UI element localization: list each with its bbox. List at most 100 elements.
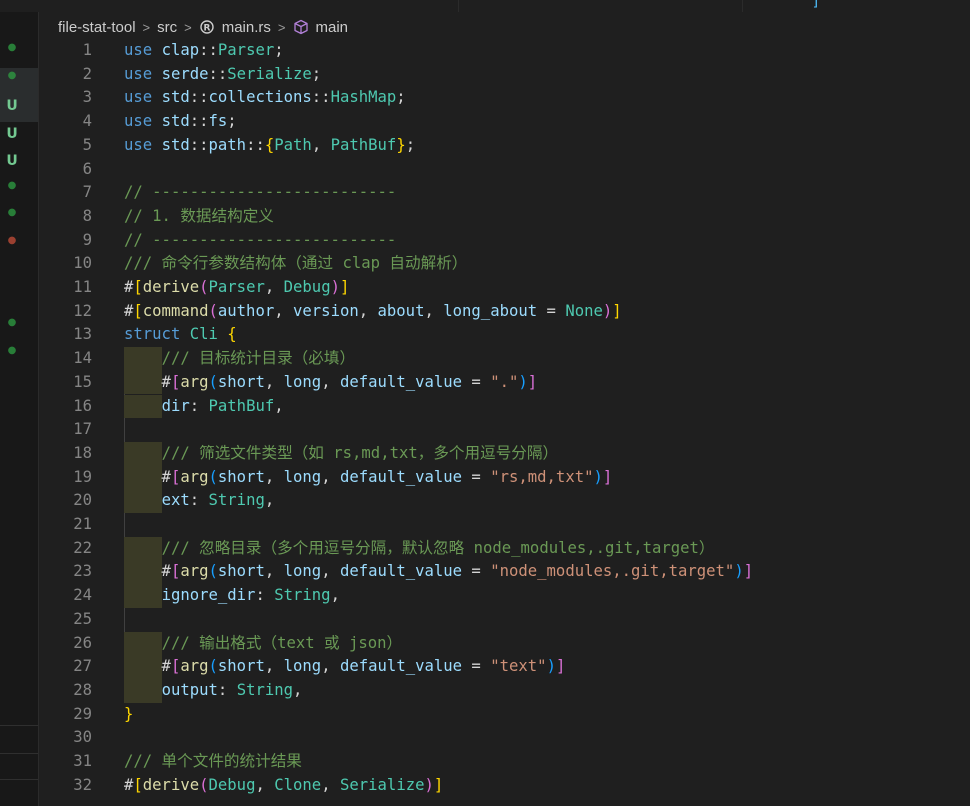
- code-token: Debug: [208, 775, 256, 794]
- code-line[interactable]: 14 /// 目标统计目录（必填）: [40, 347, 970, 371]
- code-line[interactable]: 19 #[arg(short, long, default_value = "r…: [40, 466, 970, 490]
- code-token: std: [161, 88, 190, 107]
- code-token: ::: [311, 88, 331, 107]
- code-line[interactable]: 8 // 1. 数据结构定义: [40, 205, 970, 229]
- code-line[interactable]: 24 ignore_dir: String,: [40, 584, 970, 608]
- code-token: ::: [246, 135, 265, 154]
- code-token: ): [602, 301, 613, 320]
- code-token: /// 单个文件的统计结果: [124, 752, 302, 770]
- code-token: :: [217, 680, 237, 699]
- code-token: ,: [293, 680, 303, 699]
- code-line[interactable]: 16 dir: PathBuf,: [40, 395, 970, 419]
- code-line[interactable]: 11 #[derive(Parser, Debug)]: [40, 276, 970, 300]
- code-token: Debug: [283, 278, 331, 296]
- code-token: (: [208, 562, 218, 581]
- code-line[interactable]: 22 /// 忽略目录（多个用逗号分隔，默认忽略 node_modules,.g…: [40, 537, 970, 561]
- line-number: 17: [73, 420, 92, 439]
- code-line[interactable]: 10 /// 命令行参数结构体（通过 clap 自动解析）: [40, 252, 970, 276]
- code-line[interactable]: 18 /// 筛选文件类型（如 rs,md,txt，多个用逗号分隔）: [40, 442, 970, 466]
- code-text: // 1. 数据结构定义: [124, 205, 274, 229]
- code-token: ): [330, 278, 340, 296]
- code-token: "rs,md,txt": [490, 467, 594, 486]
- code-token: ,: [321, 657, 340, 676]
- code-token: clap: [161, 41, 200, 59]
- code-token: ;: [396, 88, 406, 107]
- code-text: ignore_dir: String,: [124, 584, 340, 608]
- line-number: 8: [82, 206, 92, 225]
- code-token: std: [161, 112, 190, 131]
- code-line[interactable]: 3 use std::collections::HashMap;: [40, 86, 970, 110]
- code-text: /// 命令行参数结构体（通过 clap 自动解析）: [124, 252, 467, 276]
- breadcrumb-folder-src[interactable]: src: [157, 19, 177, 36]
- code-line[interactable]: 1 use clap::Parser;: [40, 39, 970, 63]
- code-token: short: [217, 467, 265, 486]
- code-token: ,: [358, 301, 378, 320]
- change-status-dot: ●: [7, 70, 17, 81]
- code-token: collections: [208, 88, 312, 107]
- code-line[interactable]: 32 #[derive(Debug, Clone, Serialize)]: [40, 774, 970, 798]
- code-token: /// 筛选文件类型（如 rs,md,txt，多个用逗号分隔）: [161, 443, 559, 462]
- code-text: // --------------------------: [124, 229, 396, 253]
- code-token: }: [124, 704, 134, 723]
- code-token: ,: [255, 775, 275, 794]
- code-token: long_about: [443, 301, 538, 320]
- code-line[interactable]: 23 #[arg(short, long, default_value = "n…: [40, 560, 970, 584]
- code-token: arg: [180, 562, 209, 581]
- breadcrumb-folder-root[interactable]: file-stat-tool: [58, 19, 136, 36]
- code-line[interactable]: 4 use std::fs;: [40, 110, 970, 134]
- code-token: /// 输出格式（text 或 json）: [161, 633, 403, 652]
- code-line[interactable]: 9 // --------------------------: [40, 229, 970, 253]
- breadcrumb-file[interactable]: main.rs: [222, 19, 271, 36]
- code-line[interactable]: 30: [40, 726, 970, 750]
- code-token: (: [199, 775, 209, 794]
- code-line[interactable]: 29}: [40, 703, 970, 727]
- change-status-dot: ●: [7, 317, 17, 328]
- code-text: struct Cli {: [124, 323, 237, 347]
- code-token: (: [208, 467, 218, 486]
- code-token: ignore_dir: [161, 586, 256, 605]
- code-line[interactable]: 5 use std::path::{Path, PathBuf};: [40, 134, 970, 158]
- line-number: 30: [73, 728, 92, 747]
- code-line[interactable]: 13 struct Cli {: [40, 323, 970, 347]
- code-line[interactable]: 31 /// 单个文件的统计结果: [40, 750, 970, 774]
- code-line[interactable]: 2 use serde::Serialize;: [40, 63, 970, 87]
- code-text: use clap::Parser;: [124, 39, 284, 63]
- code-token: long: [283, 562, 322, 581]
- breadcrumb: file-stat-tool > src > R main.rs > main: [58, 15, 348, 39]
- code-token: // 1. 数据结构定义: [124, 206, 274, 225]
- code-line[interactable]: 25: [40, 608, 970, 632]
- code-line[interactable]: 21: [40, 513, 970, 537]
- line-number: 10: [73, 254, 92, 273]
- code-token: Parser: [217, 41, 275, 59]
- code-token: path: [208, 135, 247, 154]
- chevron-right-icon: >: [184, 19, 192, 35]
- change-status-dot: ●: [7, 345, 17, 356]
- code-editor[interactable]: 1 use clap::Parser; 2 use serde::Serialize;…: [40, 39, 970, 806]
- line-number: 2: [82, 64, 92, 83]
- code-line[interactable]: 6: [40, 158, 970, 182]
- line-number: 23: [73, 562, 92, 581]
- code-token: =: [462, 467, 491, 486]
- code-line[interactable]: 27 #[arg(short, long, default_value = "t…: [40, 655, 970, 679]
- code-line[interactable]: 17: [40, 418, 970, 442]
- untracked-status-badge: U: [6, 98, 18, 114]
- code-line[interactable]: 20 ext: String,: [40, 489, 970, 513]
- code-line[interactable]: 28 output: String,: [40, 679, 970, 703]
- code-token: short: [217, 372, 265, 391]
- code-token: =: [462, 562, 491, 581]
- code-token: ,: [264, 467, 284, 486]
- rust-file-icon: R: [199, 19, 215, 35]
- line-number: 25: [73, 609, 92, 628]
- code-token: arg: [180, 657, 209, 676]
- code-line[interactable]: 15 #[arg(short, long, default_value = ".…: [40, 371, 970, 395]
- code-line[interactable]: 26 /// 输出格式（text 或 json）: [40, 632, 970, 656]
- code-text: #[arg(short, long, default_value = ".")]: [124, 371, 538, 395]
- code-line[interactable]: 7 // --------------------------: [40, 181, 970, 205]
- code-token: ,: [264, 278, 284, 296]
- change-status-dot: ●: [7, 42, 17, 53]
- breadcrumb-symbol[interactable]: main: [316, 19, 349, 36]
- code-token: (: [208, 372, 218, 391]
- line-number: 29: [73, 704, 92, 723]
- code-line[interactable]: 12 #[command(author, version, about, long…: [40, 300, 970, 324]
